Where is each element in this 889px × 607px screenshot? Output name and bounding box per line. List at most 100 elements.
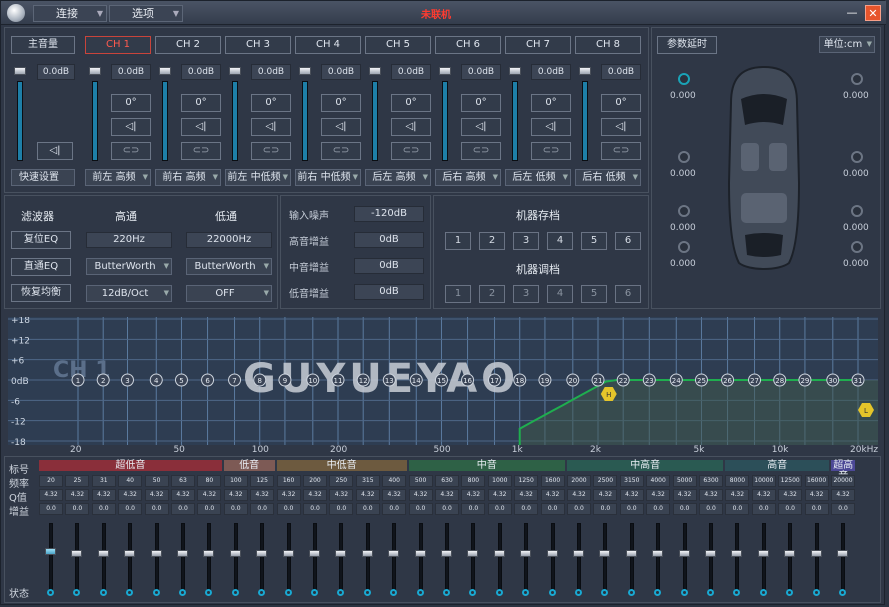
load-preset-button[interactable]: 1 <box>445 285 471 303</box>
eq-slider-knob[interactable] <box>520 550 532 557</box>
eq-slider[interactable] <box>814 523 819 591</box>
eq-slider[interactable] <box>75 523 80 591</box>
noise-row-value[interactable]: -120dB <box>354 206 424 222</box>
eq-slider[interactable] <box>735 523 740 591</box>
tab-ch-5[interactable]: CH 5 <box>365 36 431 54</box>
eq-slider-knob[interactable] <box>203 550 215 557</box>
eq-slider[interactable] <box>524 523 529 591</box>
noise-row-value[interactable]: 0dB <box>354 232 424 248</box>
eq-freq-cell[interactable]: 4000 <box>646 475 671 487</box>
eq-status-indicator[interactable] <box>627 589 635 596</box>
eq-status-indicator[interactable] <box>443 589 450 596</box>
clear-eq-button[interactable]: 直通EQ <box>11 258 71 276</box>
eq-slider-knob[interactable] <box>150 550 162 557</box>
eq-q-cell[interactable]: 4.32 <box>778 489 803 501</box>
phase-button[interactable]: 0° <box>391 94 431 112</box>
highpass-frequency[interactable]: 220Hz <box>86 232 172 248</box>
eq-gain-cell[interactable]: 0.0 <box>408 503 433 515</box>
eq-freq-cell[interactable]: 3150 <box>619 475 644 487</box>
load-preset-button[interactable]: 4 <box>547 285 573 303</box>
mute-button[interactable]: ◁| <box>251 118 291 136</box>
eq-freq-cell[interactable]: 400 <box>382 475 407 487</box>
phase-button[interactable]: 0° <box>111 94 151 112</box>
channel-slider[interactable] <box>232 81 238 161</box>
eq-slider-knob[interactable] <box>625 550 637 557</box>
eq-slider-knob[interactable] <box>599 550 611 557</box>
eq-q-cell[interactable]: 4.32 <box>355 489 380 501</box>
eq-gain-cell[interactable]: 0.0 <box>329 503 354 515</box>
eq-slider-knob[interactable] <box>757 550 769 557</box>
eq-freq-cell[interactable]: 250 <box>329 475 354 487</box>
mute-button[interactable]: ◁| <box>321 118 361 136</box>
phase-button[interactable]: 0° <box>321 94 361 112</box>
eq-gain-cell[interactable]: 0.0 <box>39 503 63 515</box>
highpass-slope-select[interactable]: 12dB/Oct ▼ <box>86 285 172 302</box>
output-select[interactable]: 前左 高频 ▼ <box>85 169 151 186</box>
eq-slider-knob[interactable] <box>71 550 83 557</box>
eq-status-indicator[interactable] <box>311 589 318 596</box>
master-volume-button[interactable]: 主音量 <box>11 36 75 54</box>
eq-freq-cell[interactable]: 1600 <box>540 475 565 487</box>
phase-button[interactable]: 0° <box>251 94 291 112</box>
load-preset-button[interactable]: 3 <box>513 285 539 303</box>
eq-q-cell[interactable]: 4.32 <box>303 489 327 501</box>
eq-slider[interactable] <box>497 523 502 591</box>
channel-slider[interactable] <box>512 81 518 161</box>
mute-button[interactable]: ◁| <box>461 118 501 136</box>
lowpass-slope-select[interactable]: OFF ▼ <box>186 285 272 302</box>
eq-slider[interactable] <box>286 523 291 591</box>
eq-graph[interactable]: +18+12+60dB-6-12-18CH 1 GUYUEYAO1 2 3 4 5 6 7 8 9… <box>8 317 878 445</box>
eq-status-indicator[interactable] <box>416 589 424 596</box>
eq-gain-cell[interactable]: 0.0 <box>593 503 618 515</box>
eq-freq-cell[interactable]: 125 <box>250 475 275 487</box>
channel-slider-knob[interactable] <box>299 67 311 75</box>
phase-button[interactable]: 0° <box>461 94 501 112</box>
speaker-icon[interactable] <box>678 241 690 253</box>
output-select[interactable]: 前右 中低频 ▼ <box>295 169 361 186</box>
link-button[interactable]: ⊂⊃ <box>461 142 501 160</box>
eq-q-cell[interactable]: 4.32 <box>276 489 301 501</box>
master-slider-knob[interactable] <box>14 67 26 75</box>
eq-slider[interactable] <box>603 523 608 591</box>
speaker-icon[interactable] <box>851 151 863 163</box>
eq-slider-knob[interactable] <box>678 550 690 557</box>
eq-slider[interactable] <box>233 523 238 591</box>
eq-gain-cell[interactable]: 0.0 <box>197 503 222 515</box>
eq-slider[interactable] <box>313 523 317 591</box>
eq-freq-cell[interactable]: 2000 <box>567 475 591 487</box>
tab-ch-3[interactable]: CH 3 <box>225 36 291 54</box>
eq-freq-cell[interactable]: 500 <box>408 475 433 487</box>
eq-status-indicator[interactable] <box>284 589 292 596</box>
eq-status-indicator[interactable] <box>839 589 846 596</box>
eq-slider[interactable] <box>471 523 476 591</box>
eq-slider-knob[interactable] <box>45 548 56 555</box>
eq-slider[interactable] <box>841 523 845 591</box>
eq-q-cell[interactable]: 4.32 <box>593 489 618 501</box>
eq-slider[interactable] <box>365 523 370 591</box>
link-button[interactable]: ⊂⊃ <box>601 142 641 160</box>
eq-q-cell[interactable]: 4.32 <box>461 489 486 501</box>
eq-slider-knob[interactable] <box>573 550 584 557</box>
eq-gain-cell[interactable]: 0.0 <box>487 503 512 515</box>
eq-status-indicator[interactable] <box>47 589 54 596</box>
eq-freq-cell[interactable]: 25 <box>65 475 90 487</box>
eq-q-cell[interactable]: 4.32 <box>672 489 697 501</box>
save-preset-button[interactable]: 2 <box>479 232 505 250</box>
link-button[interactable]: ⊂⊃ <box>391 142 431 160</box>
close-button[interactable]: ✕ <box>865 5 881 21</box>
eq-gain-cell[interactable]: 0.0 <box>672 503 697 515</box>
eq-q-cell[interactable]: 4.32 <box>408 489 433 501</box>
eq-q-cell[interactable]: 4.32 <box>250 489 275 501</box>
mute-button[interactable]: ◁| <box>601 118 641 136</box>
highpass-type-select[interactable]: ButterWorth ▼ <box>86 258 172 275</box>
eq-freq-cell[interactable]: 160 <box>276 475 301 487</box>
eq-q-cell[interactable]: 4.32 <box>567 489 591 501</box>
link-button[interactable]: ⊂⊃ <box>111 142 151 160</box>
eq-gain-cell[interactable]: 0.0 <box>223 503 248 515</box>
eq-slider-knob[interactable] <box>784 550 796 557</box>
eq-gain-cell[interactable]: 0.0 <box>540 503 565 515</box>
eq-gain-cell[interactable]: 0.0 <box>144 503 169 515</box>
eq-slider-knob[interactable] <box>335 550 347 557</box>
eq-q-cell[interactable]: 4.32 <box>171 489 195 501</box>
eq-status-indicator[interactable] <box>495 589 503 596</box>
